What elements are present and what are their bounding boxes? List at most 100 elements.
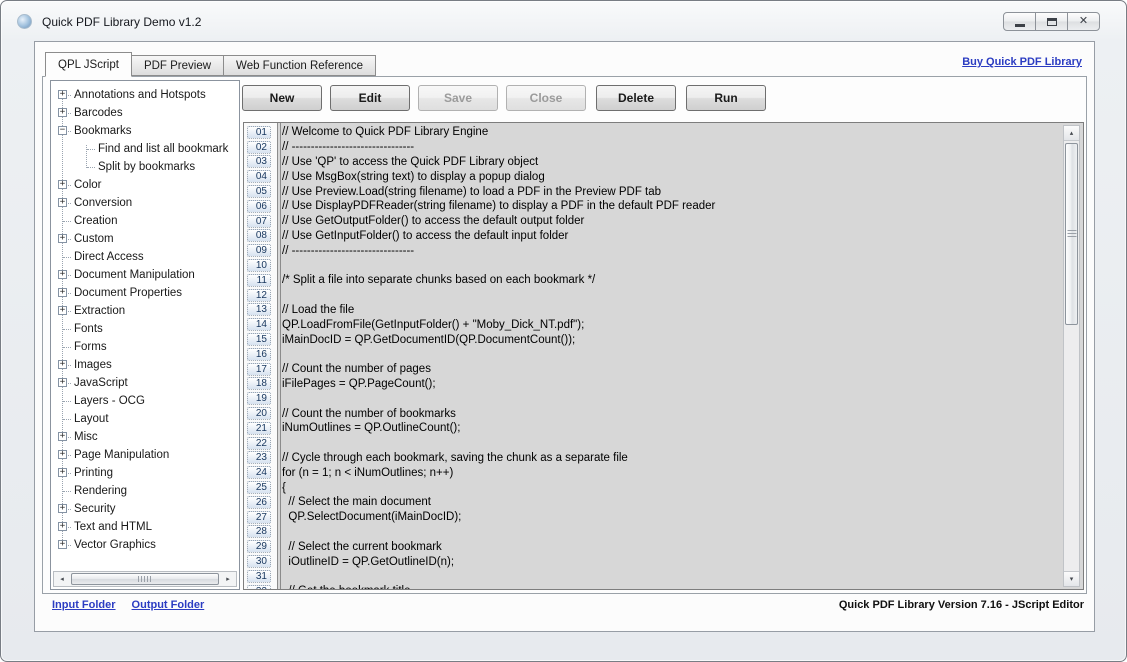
button-delete[interactable]: Delete xyxy=(596,85,676,111)
tree-item-find-and-list-all-bookmark[interactable]: Find and list all bookmark xyxy=(54,140,238,158)
expand-icon[interactable]: + xyxy=(58,306,67,315)
input-folder-link[interactable]: Input Folder xyxy=(52,599,116,611)
line-number: 05 xyxy=(247,185,271,198)
code-line: 11 /* Split a file into separate chunks … xyxy=(244,273,1061,288)
minimize-button[interactable] xyxy=(1003,12,1036,31)
scroll-down-icon[interactable]: ▾ xyxy=(1064,571,1079,586)
code-text: // Cycle through each bookmark, saving t… xyxy=(282,452,628,464)
tab-qpl-jscript[interactable]: QPL JScript xyxy=(45,52,132,77)
line-number: 25 xyxy=(247,481,271,494)
line-number: 10 xyxy=(247,259,271,272)
tree-item-label: Vector Graphics xyxy=(74,539,156,551)
function-tree: + Annotations and Hotspots + Barcodes − … xyxy=(54,86,238,558)
tree-item-images[interactable]: + Images xyxy=(54,356,238,374)
tree-item-text-and-html[interactable]: + Text and HTML xyxy=(54,518,238,536)
button-run[interactable]: Run xyxy=(686,85,766,111)
tree-item-label: Images xyxy=(74,359,112,371)
expand-icon[interactable]: + xyxy=(58,198,67,207)
code-line: 15 iMainDocID = QP.GetDocumentID(QP.Docu… xyxy=(244,332,1061,347)
tree-item-vector-graphics[interactable]: + Vector Graphics xyxy=(54,536,238,554)
expand-icon[interactable]: + xyxy=(58,504,67,513)
tree-item-direct-access[interactable]: Direct Access xyxy=(54,248,238,266)
tree-item-fonts[interactable]: Fonts xyxy=(54,320,238,338)
tab-strip: QPL JScriptPDF PreviewWeb Function Refer… xyxy=(46,52,376,76)
script-editor[interactable]: 01 // Welcome to Quick PDF Library Engin… xyxy=(243,122,1084,590)
tree-item-misc[interactable]: + Misc xyxy=(54,428,238,446)
expand-icon[interactable]: + xyxy=(58,450,67,459)
expand-icon[interactable]: + xyxy=(58,540,67,549)
line-number: 32 xyxy=(247,585,271,589)
close-button[interactable]: ✕ xyxy=(1067,12,1100,31)
tree-item-document-manipulation[interactable]: + Document Manipulation xyxy=(54,266,238,284)
tab-page: + Annotations and Hotspots + Barcodes − … xyxy=(42,76,1087,594)
buy-quick-pdf-library-link[interactable]: Buy Quick PDF Library xyxy=(962,56,1082,68)
tree-item-label: Creation xyxy=(74,215,117,227)
line-number: 09 xyxy=(247,244,271,257)
tree-item-printing[interactable]: + Printing xyxy=(54,464,238,482)
tab-pdf-preview[interactable]: PDF Preview xyxy=(131,55,224,76)
tree-item-label: Custom xyxy=(74,233,114,245)
tree-item-forms[interactable]: Forms xyxy=(54,338,238,356)
editor-vertical-scrollbar[interactable]: ▴ ▾ xyxy=(1063,125,1080,587)
code-line: 10 xyxy=(244,258,1061,273)
button-save[interactable]: Save xyxy=(418,85,498,111)
expand-icon[interactable]: − xyxy=(58,126,67,135)
tree-item-color[interactable]: + Color xyxy=(54,176,238,194)
tree-horizontal-scrollbar[interactable]: ◂ ▸ xyxy=(53,571,237,587)
tree-item-document-properties[interactable]: + Document Properties xyxy=(54,284,238,302)
expand-icon[interactable]: + xyxy=(58,360,67,369)
button-new[interactable]: New xyxy=(242,85,322,111)
tree-item-split-by-bookmarks[interactable]: Split by bookmarks xyxy=(54,158,238,176)
scroll-up-icon[interactable]: ▴ xyxy=(1064,126,1079,141)
tree-item-bookmarks[interactable]: − Bookmarks xyxy=(54,122,238,140)
tree-item-extraction[interactable]: + Extraction xyxy=(54,302,238,320)
code-line: 19 xyxy=(244,391,1061,406)
app-window: Quick PDF Library Demo v1.2 ✕ QPL JScrip… xyxy=(0,0,1127,662)
tree-item-label: Document Manipulation xyxy=(74,269,195,281)
tree-item-label: Text and HTML xyxy=(74,521,152,533)
tree-item-security[interactable]: + Security xyxy=(54,500,238,518)
expand-icon[interactable]: + xyxy=(58,378,67,387)
hscroll-thumb[interactable] xyxy=(71,573,219,585)
output-folder-link[interactable]: Output Folder xyxy=(132,599,205,611)
line-number: 26 xyxy=(247,496,271,509)
scroll-left-icon[interactable]: ◂ xyxy=(54,572,70,586)
expand-icon[interactable]: + xyxy=(58,522,67,531)
expand-icon[interactable]: + xyxy=(58,270,67,279)
tree-item-page-manipulation[interactable]: + Page Manipulation xyxy=(54,446,238,464)
expand-icon[interactable]: + xyxy=(58,288,67,297)
tree-item-annotations-and-hotspots[interactable]: + Annotations and Hotspots xyxy=(54,86,238,104)
code-text: iNumOutlines = QP.OutlineCount(); xyxy=(282,422,460,434)
maximize-button[interactable] xyxy=(1035,12,1068,31)
title-bar: Quick PDF Library Demo v1.2 ✕ xyxy=(1,1,1126,41)
tree-item-layers-ocg[interactable]: Layers - OCG xyxy=(54,392,238,410)
tree-item-barcodes[interactable]: + Barcodes xyxy=(54,104,238,122)
tree-item-conversion[interactable]: + Conversion xyxy=(54,194,238,212)
expand-icon[interactable]: + xyxy=(58,108,67,117)
expand-icon[interactable]: + xyxy=(58,180,67,189)
expand-icon[interactable]: + xyxy=(58,432,67,441)
scroll-right-icon[interactable]: ▸ xyxy=(220,572,236,586)
tree-item-label: JavaScript xyxy=(74,377,128,389)
tree-item-javascript[interactable]: + JavaScript xyxy=(54,374,238,392)
tree-item-creation[interactable]: Creation xyxy=(54,212,238,230)
code-line: 22 xyxy=(244,436,1061,451)
button-edit[interactable]: Edit xyxy=(330,85,410,111)
tab-web-function-reference[interactable]: Web Function Reference xyxy=(223,55,376,76)
line-number: 06 xyxy=(247,200,271,213)
button-close[interactable]: Close xyxy=(506,85,586,111)
tree-item-layout[interactable]: Layout xyxy=(54,410,238,428)
tree-item-label: Document Properties xyxy=(74,287,182,299)
expand-icon[interactable]: + xyxy=(58,90,67,99)
tree-item-custom[interactable]: + Custom xyxy=(54,230,238,248)
tree-item-rendering[interactable]: Rendering xyxy=(54,482,238,500)
code-line: 06 // Use DisplayPDFReader(string filena… xyxy=(244,199,1061,214)
expand-icon[interactable]: + xyxy=(58,468,67,477)
line-number: 29 xyxy=(247,540,271,553)
line-number: 15 xyxy=(247,333,271,346)
code-text: // Welcome to Quick PDF Library Engine xyxy=(282,126,488,138)
code-line: 14 QP.LoadFromFile(GetInputFolder() + "M… xyxy=(244,317,1061,332)
vscroll-thumb[interactable] xyxy=(1065,143,1078,325)
code-text: iFilePages = QP.PageCount(); xyxy=(282,378,436,390)
expand-icon[interactable]: + xyxy=(58,234,67,243)
